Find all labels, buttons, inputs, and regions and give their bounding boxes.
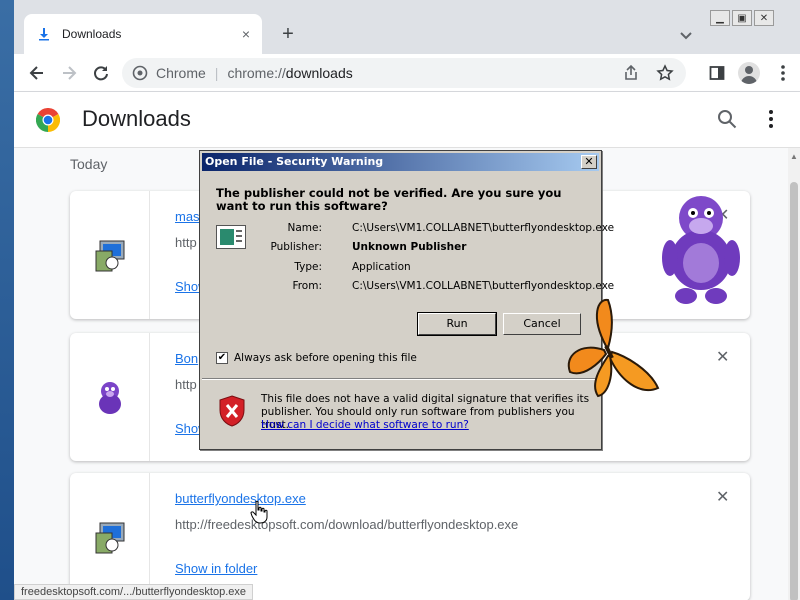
installer-icon <box>95 522 124 554</box>
download-file-name[interactable]: mas <box>175 209 200 224</box>
bonzi-character[interactable] <box>656 188 746 306</box>
file-icon-column <box>70 473 150 600</box>
browser-menu-button[interactable] <box>772 62 794 84</box>
field-value: Application <box>352 261 411 273</box>
reload-button[interactable] <box>90 62 112 84</box>
more-vert-icon[interactable] <box>762 108 780 130</box>
omnibox-actions <box>622 64 674 82</box>
field-label: Type: <box>294 261 322 273</box>
download-item: butterflyondesktop.exe http://freedeskto… <box>70 473 750 600</box>
side-panel-button[interactable] <box>706 62 728 84</box>
avatar-icon <box>738 62 760 84</box>
download-file-name[interactable]: Bon <box>175 351 198 366</box>
dialog-divider <box>202 378 599 380</box>
omnibox-separator: | <box>214 65 219 81</box>
page-scrollbar[interactable]: ▲ <box>788 148 800 600</box>
field-value: C:\Users\VM1.COLLABNET\butterflyondeskto… <box>352 222 615 234</box>
desktop-background <box>0 0 14 600</box>
run-button[interactable]: Run <box>417 312 497 336</box>
page-title: Downloads <box>82 106 191 131</box>
tab-close-icon[interactable]: × <box>242 26 250 42</box>
field-value: C:\Users\VM1.COLLABNET\butterflyondeskto… <box>352 280 615 292</box>
status-bar: freedesktopsoft.com/.../butterflyondeskt… <box>14 584 254 600</box>
field-label: From: <box>292 280 322 292</box>
remove-download-icon[interactable]: ✕ <box>716 347 729 367</box>
checkbox-label[interactable]: Always ask before opening this file <box>234 352 417 364</box>
always-ask-checkbox[interactable]: ✔ <box>216 352 228 364</box>
search-icon[interactable] <box>716 108 738 130</box>
download-source-url: http <box>175 377 197 392</box>
share-icon[interactable] <box>622 64 640 82</box>
site-label: Chrome <box>156 65 206 81</box>
show-in-folder-link[interactable]: Show in folder <box>175 561 257 576</box>
chrome-site-icon <box>132 65 148 81</box>
more-vert-icon <box>781 65 785 81</box>
close-window-button[interactable]: ✕ <box>754 10 774 26</box>
scroll-thumb[interactable] <box>790 182 798 600</box>
tab-strip: Downloads × + ▁ ▣ ✕ <box>14 0 800 54</box>
back-button[interactable] <box>26 62 48 84</box>
shield-warning-icon <box>219 395 245 427</box>
dialog-title: Open File - Security Warning <box>205 155 384 168</box>
field-label: Publisher: <box>270 241 322 253</box>
tab-downloads[interactable]: Downloads × <box>24 14 262 54</box>
hand-cursor-icon <box>250 500 268 524</box>
dialog-question: The publisher could not be verified. Are… <box>216 186 562 213</box>
toolbar: Chrome | chrome://downloads <box>14 54 800 92</box>
bonzi-icon <box>98 382 121 414</box>
restore-button[interactable]: ▣ <box>732 10 752 26</box>
download-source-url: http <box>175 235 197 250</box>
scroll-up-icon[interactable]: ▲ <box>788 152 800 162</box>
installer-icon <box>95 240 124 272</box>
side-panel-icon <box>709 66 725 80</box>
field-label: Name: <box>287 222 322 234</box>
tab-title: Downloads <box>62 27 122 41</box>
back-arrow-icon <box>29 66 43 80</box>
minimize-button[interactable]: ▁ <box>710 10 730 26</box>
butterfly-character[interactable] <box>560 296 666 402</box>
file-icon-column <box>70 333 150 461</box>
reload-icon <box>94 66 108 81</box>
window-controls: ▁ ▣ ✕ <box>710 10 774 26</box>
profile-button[interactable] <box>738 62 760 84</box>
forward-button[interactable] <box>58 62 80 84</box>
new-tab-button[interactable]: + <box>276 22 300 46</box>
download-file-name[interactable]: butterflyondesktop.exe <box>175 491 306 506</box>
security-warning-dialog: Open File - Security Warning ✕ The publi… <box>199 150 614 450</box>
file-icon-column <box>70 191 150 319</box>
url-scheme: chrome:// <box>227 65 286 81</box>
remove-download-icon[interactable]: ✕ <box>716 487 729 507</box>
address-bar[interactable]: Chrome | chrome://downloads <box>122 58 686 88</box>
downloads-header: Downloads <box>14 92 800 148</box>
dialog-titlebar[interactable]: Open File - Security Warning ✕ <box>202 153 599 171</box>
dialog-close-button[interactable]: ✕ <box>581 155 597 169</box>
star-icon[interactable] <box>656 64 674 82</box>
help-link[interactable]: How can I decide what software to run? <box>261 419 469 431</box>
field-value: Unknown Publisher <box>352 241 467 253</box>
forward-arrow-icon <box>63 66 77 80</box>
url-host: downloads <box>285 65 353 81</box>
chevron-down-icon[interactable] <box>676 26 696 46</box>
download-icon <box>39 28 49 41</box>
section-heading: Today <box>70 156 108 172</box>
chrome-logo-icon <box>36 108 60 132</box>
download-source-url: http://freedesktopsoft.com/download/butt… <box>175 517 519 532</box>
